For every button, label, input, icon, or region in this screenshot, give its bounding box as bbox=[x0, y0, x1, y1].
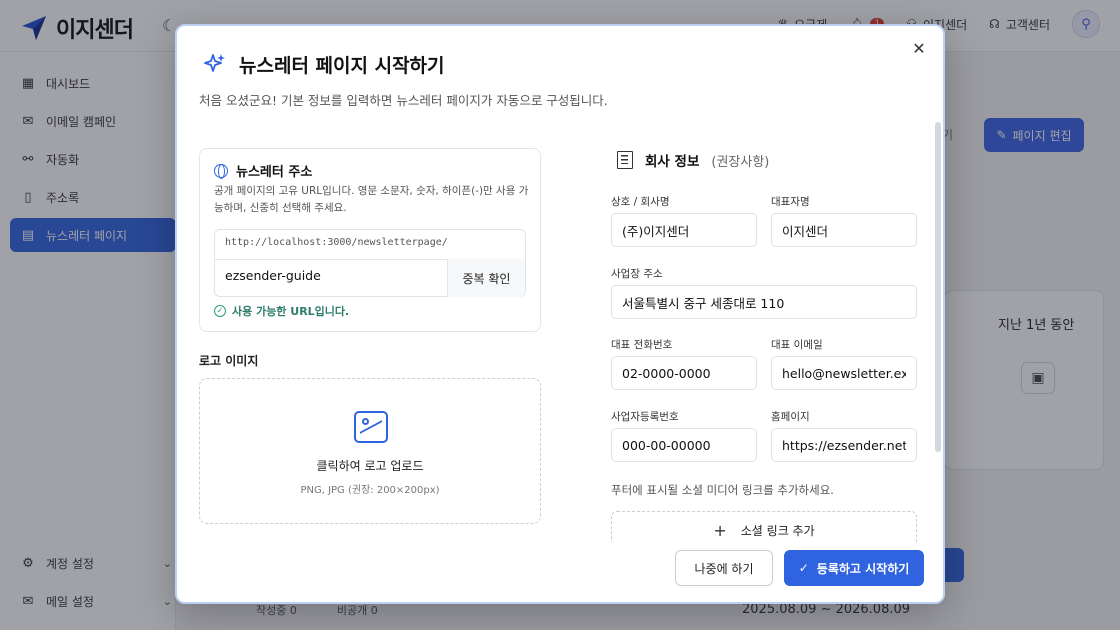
phone-label: 대표 전화번호 bbox=[611, 339, 673, 351]
register-start-button[interactable]: ✓ 등록하고 시작하기 bbox=[784, 550, 924, 586]
sparkle-icon bbox=[204, 54, 225, 72]
recommended-note: (권장사항) bbox=[711, 154, 770, 170]
later-button[interactable]: 나중에 하기 bbox=[675, 550, 773, 586]
close-button[interactable]: ✕ bbox=[909, 38, 929, 58]
url-section-title: 뉴스레터 주소 bbox=[236, 165, 313, 180]
url-slug-input[interactable] bbox=[225, 268, 449, 283]
homepage-label: 홈페이지 bbox=[771, 411, 810, 423]
ceo-name-label: 대표자명 bbox=[771, 196, 810, 208]
ceo-name-input[interactable] bbox=[771, 213, 917, 247]
email-label: 대표 이메일 bbox=[771, 339, 823, 351]
url-status: ✓ 사용 가능한 URL입니다. bbox=[214, 303, 349, 319]
company-name-input[interactable] bbox=[611, 213, 757, 247]
url-field-group: http://localhost:3000/newsletterpage/ 중복… bbox=[214, 229, 526, 297]
building-icon bbox=[617, 151, 633, 169]
phone-input[interactable] bbox=[611, 356, 757, 390]
email-input[interactable] bbox=[771, 356, 917, 390]
url-prefix: http://localhost:3000/newsletterpage/ bbox=[225, 237, 448, 248]
social-hint: 푸터에 표시될 소셜 미디어 링크를 추가하세요. bbox=[611, 483, 834, 497]
close-icon: ✕ bbox=[912, 38, 926, 58]
modal-subtitle: 처음 오셨군요! 기본 정보를 입력하면 뉴스레터 페이지가 자동으로 구성됩니… bbox=[199, 93, 608, 108]
plus-icon: + bbox=[713, 520, 727, 540]
logo-section-label: 로고 이미지 bbox=[199, 354, 259, 368]
newsletter-setup-modal: ✕ 뉴스레터 페이지 시작하기 처음 오셨군요! 기본 정보를 입력하면 뉴스레… bbox=[175, 24, 945, 604]
company-name-label: 상호 / 회사명 bbox=[611, 196, 670, 208]
globe-icon bbox=[214, 163, 228, 179]
modal-title: 뉴스레터 페이지 시작하기 bbox=[239, 55, 445, 77]
image-icon bbox=[354, 411, 388, 444]
modal-footer: 나중에 하기 ✓ 등록하고 시작하기 bbox=[177, 542, 943, 602]
company-section-title: 회사 정보 (권장사항) bbox=[617, 150, 769, 170]
homepage-input[interactable] bbox=[771, 428, 917, 462]
biz-no-label: 사업자등록번호 bbox=[611, 411, 679, 423]
scrollbar[interactable] bbox=[935, 122, 941, 452]
url-description: 공개 페이지의 고유 URL입니다. 영문 소문자, 숫자, 하이픈(-)만 사… bbox=[214, 185, 529, 214]
logo-upload-dropzone[interactable]: 클릭하여 로고 업로드 PNG, JPG (권장: 200×200px) bbox=[199, 378, 541, 524]
address-input[interactable] bbox=[611, 285, 917, 319]
duplicate-check-button[interactable]: 중복 확인 bbox=[447, 259, 525, 297]
check-icon: ✓ bbox=[798, 561, 809, 575]
upload-hint: PNG, JPG (권장: 200×200px) bbox=[300, 485, 440, 496]
biz-no-input[interactable] bbox=[611, 428, 757, 462]
address-label: 사업장 주소 bbox=[611, 268, 663, 280]
newsletter-url-card: 뉴스레터 주소 공개 페이지의 고유 URL입니다. 영문 소문자, 숫자, 하… bbox=[199, 148, 541, 332]
upload-text: 클릭하여 로고 업로드 bbox=[316, 459, 424, 473]
check-circle-icon: ✓ bbox=[214, 305, 226, 317]
